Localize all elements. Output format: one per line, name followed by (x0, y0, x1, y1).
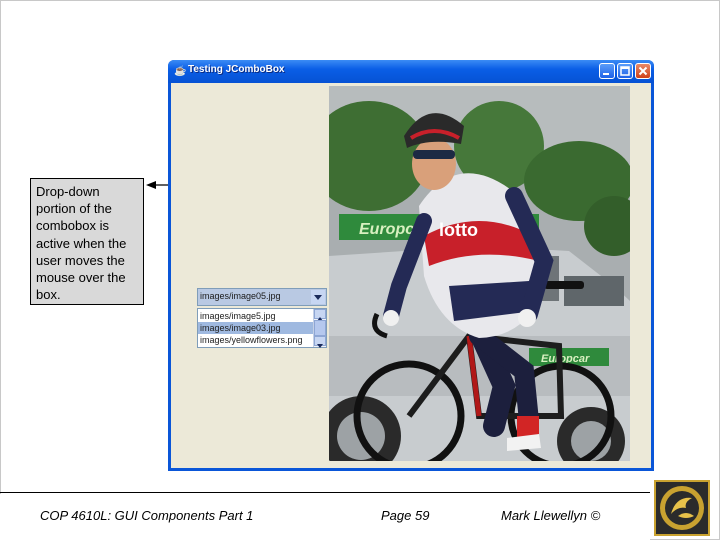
window-title: Testing JComboBox (188, 64, 285, 75)
footer-divider (0, 492, 650, 493)
minimize-icon (603, 73, 609, 75)
callout-note: Drop-down portion of the combobox is act… (30, 178, 144, 305)
image-combobox[interactable]: images/image05.jpg (197, 288, 327, 306)
list-item-selected[interactable]: images/image03.jpg (198, 322, 313, 334)
close-button[interactable] (635, 63, 651, 79)
footer-course-title: COP 4610L: GUI Components Part 1 (40, 508, 254, 523)
ucf-pegasus-logo-icon (654, 480, 710, 536)
list-item[interactable]: images/image5.jpg (198, 310, 313, 322)
window-content: images/image05.jpg images/image5.jpg ima… (171, 83, 651, 468)
close-icon (638, 66, 648, 76)
maximize-icon (620, 66, 630, 76)
dropdown-scrollbar[interactable] (313, 309, 326, 348)
list-item[interactable]: images/yellowflowers.png (198, 334, 313, 346)
combobox-selected-value: images/image05.jpg (200, 291, 281, 301)
minimize-button[interactable] (599, 63, 615, 79)
svg-text:lotto: lotto (439, 220, 478, 240)
maximize-button[interactable] (617, 63, 633, 79)
footer-author: Mark Llewellyn © (501, 508, 601, 523)
chevron-down-icon (317, 344, 323, 348)
scrollbar-thumb[interactable] (314, 320, 326, 336)
app-window: ☕ Testing JComboBox images/image05.jpg i… (168, 60, 654, 471)
chevron-down-icon[interactable] (311, 290, 325, 304)
title-bar[interactable]: ☕ Testing JComboBox (168, 60, 654, 83)
scroll-up-button[interactable] (314, 309, 326, 321)
scroll-down-button[interactable] (314, 336, 326, 348)
displayed-image: Europcar Europcar lotto (329, 86, 630, 461)
footer-page-number: Page 59 (381, 508, 430, 523)
combobox-dropdown-list[interactable]: images/image5.jpg images/image03.jpg ima… (197, 308, 327, 348)
java-cup-icon: ☕ (174, 66, 187, 77)
cyclist-photo: Europcar Europcar lotto (329, 86, 630, 461)
